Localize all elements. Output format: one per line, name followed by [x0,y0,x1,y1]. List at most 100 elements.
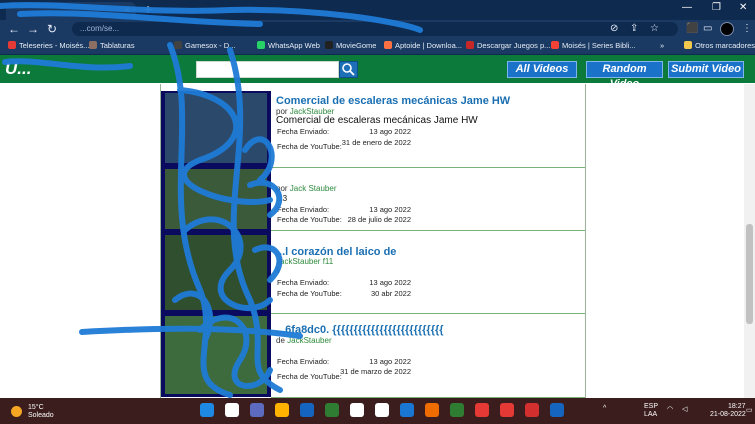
bookmark-favicon-icon [257,41,265,49]
sidepanel-icon[interactable]: ▭ [703,22,712,36]
clock-date[interactable]: 21-08-2022 [710,411,746,418]
taskbar-app-icon[interactable] [375,403,389,417]
bookmark-item[interactable]: WhatsApp Web [257,38,320,54]
site-header: U... All Videos Random Video Submit Vide… [0,55,755,90]
scrollbar-thumb[interactable] [746,224,753,324]
author-link[interactable]: JackStauber [276,257,320,266]
bookmark-favicon-icon [174,41,182,49]
search-input[interactable] [196,61,339,78]
site-logo[interactable]: U... [5,59,31,79]
video-thumbnail[interactable] [165,235,267,310]
clock-time[interactable]: 18:27 [728,403,746,410]
forward-icon[interactable]: → [27,21,39,37]
bookmark-item[interactable]: Aptoide | Downloa... [384,38,462,54]
taskbar-app-icon[interactable] [550,403,564,417]
volume-icon[interactable]: ◁ [682,405,687,413]
youtube-date-value: 31 de marzo de 2022 [340,367,411,376]
all-videos-button[interactable]: All Videos [507,61,577,78]
page-scrollbar[interactable] [744,84,755,398]
reload-icon[interactable]: ↻ [47,21,57,37]
submit-video-button[interactable]: Submit Video [668,61,744,78]
video-title-link[interactable]: Comercial de escaleras mecánicas Jame HW [276,95,510,107]
video-title-link[interactable]: ...6fa8dc0. {{{{{{{{{{{{{{{{{{{{{{{{{{ [276,324,444,336]
weather-desc: Soleado [28,412,54,419]
bookmarks-overflow[interactable]: » [660,38,664,54]
author-link[interactable]: Jack Stauber [290,184,337,193]
youtube-date-label: Fecha de YouTube: [277,215,342,224]
extensions-icon[interactable]: ⬛ [686,22,698,36]
tray-chevron-icon[interactable]: ^ [603,405,606,412]
bookmark-item[interactable]: MovieGome [325,38,376,54]
bookmark-item[interactable]: Gamesox - D... [174,38,235,54]
video-byline: de JackStauber [276,336,332,345]
taskbar-app-icon[interactable] [325,403,339,417]
bookmark-favicon-icon [551,41,559,49]
sent-date-value: 13 ago 2022 [369,278,411,287]
random-video-button[interactable]: Random Video [586,61,663,90]
input-language[interactable]: ESP [644,403,658,410]
taskbar-app-icon[interactable] [400,403,414,417]
minimize-icon[interactable]: — [682,2,692,13]
bookmark-item[interactable]: Teleseries - Moisés... [8,38,89,54]
taskbar-app-icon[interactable] [425,403,439,417]
youtube-date-label: Fecha de YouTube: [277,372,342,381]
taskbar-app-icon[interactable] [300,403,314,417]
taskbar-app-icon[interactable] [225,403,239,417]
restore-icon[interactable]: ❐ [712,2,721,13]
bookmark-star-icon[interactable]: ☆ [650,22,659,36]
video-description: V [276,266,282,275]
folder-icon [684,41,692,49]
blocked-icon[interactable]: ⊘ [610,22,618,36]
taskbar-app-icon[interactable] [200,403,214,417]
video-thumbnail[interactable] [165,169,267,229]
search-button[interactable] [339,61,358,78]
taskbar-app-icon[interactable] [475,403,489,417]
author-link[interactable]: JackStauber [287,336,331,345]
taskbar-app-icon[interactable] [525,403,539,417]
close-tab-icon[interactable]: × [124,2,130,20]
sent-date-label: Fecha Enviado: [277,357,330,366]
keyboard-layout[interactable]: LAA [644,411,657,418]
youtube-date-value: 30 abr 2022 [370,289,411,298]
sent-date-value: 13 ago 2022 [369,357,411,366]
sun-icon[interactable] [11,406,22,417]
row-divider [271,230,585,231]
browser-tab[interactable]: × [6,2,136,20]
sent-date-label: Fecha Enviado: [277,127,330,136]
video-thumbnail[interactable] [165,316,267,394]
taskbar-app-icon[interactable] [500,403,514,417]
magnifier-icon [342,63,355,76]
notifications-icon[interactable]: ▭ [746,406,753,414]
youtube-date-value: 31 de enero de 2022 [341,138,411,147]
video-list-page: Comercial de escaleras mecánicas Jame HW… [0,84,755,398]
sent-date-value: 13 ago 2022 [369,205,411,214]
bookmark-item[interactable]: Descargar Juegos p... [466,38,550,54]
video-thumbnail[interactable] [165,93,267,163]
thumbnail-column [161,91,271,397]
close-window-icon[interactable]: ✕ [739,2,747,13]
new-tab-button[interactable]: + [144,1,152,17]
bookmark-item[interactable]: Moisés | Series Bibli... [551,38,636,54]
youtube-date-value: 28 de julio de 2022 [347,215,411,224]
taskbar-app-icon[interactable] [250,403,264,417]
video-description: Comercial de escaleras mecánicas Jame HW [276,115,478,126]
row-divider [271,167,585,168]
profile-avatar[interactable] [720,22,734,36]
menu-icon[interactable]: ⋮ [742,22,752,36]
taskbar-app-icon[interactable] [450,403,464,417]
address-bar[interactable]: ...com/se... [72,22,678,36]
browser-tab-strip: × + — ❐ ✕ [0,0,755,20]
video-description: ...3 [276,194,288,203]
taskbar-app-icon[interactable] [275,403,289,417]
other-bookmarks[interactable]: Otros marcadores [684,38,755,54]
sent-date-label: Fecha Enviado: [277,278,330,287]
bookmark-item[interactable]: Tablaturas [89,38,135,54]
bookmark-favicon-icon [89,41,97,49]
bookmark-favicon-icon [325,41,333,49]
column-border [585,84,586,398]
taskbar-app-icon[interactable] [350,403,364,417]
tag-link[interactable]: f11 [323,257,334,266]
share-icon[interactable]: ⇪ [630,22,638,36]
wifi-icon[interactable]: ◠ [667,405,673,413]
back-icon[interactable]: ← [8,21,20,37]
